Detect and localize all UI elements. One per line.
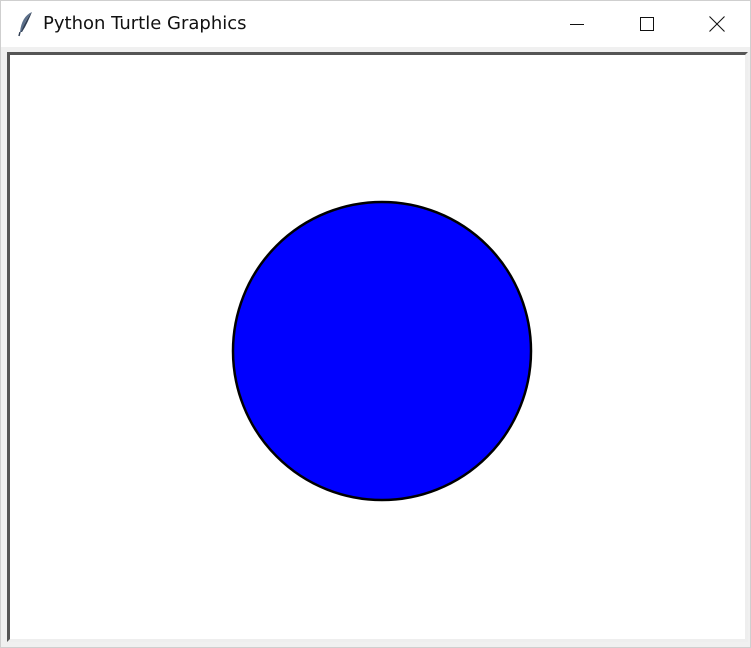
minimize-button[interactable] — [542, 1, 612, 47]
feather-icon — [17, 11, 35, 37]
turtle-canvas[interactable] — [7, 52, 748, 642]
canvas-drawing — [231, 200, 533, 502]
close-button[interactable] — [682, 1, 751, 47]
blue-circle — [231, 200, 533, 502]
minimize-icon — [570, 17, 584, 31]
maximize-button[interactable] — [612, 1, 682, 47]
title-bar[interactable]: Python Turtle Graphics — [1, 1, 750, 47]
window-title: Python Turtle Graphics — [43, 13, 247, 34]
turtle-window: Python Turtle Graphics — [0, 0, 751, 648]
close-icon — [709, 16, 725, 32]
maximize-icon — [640, 17, 654, 31]
